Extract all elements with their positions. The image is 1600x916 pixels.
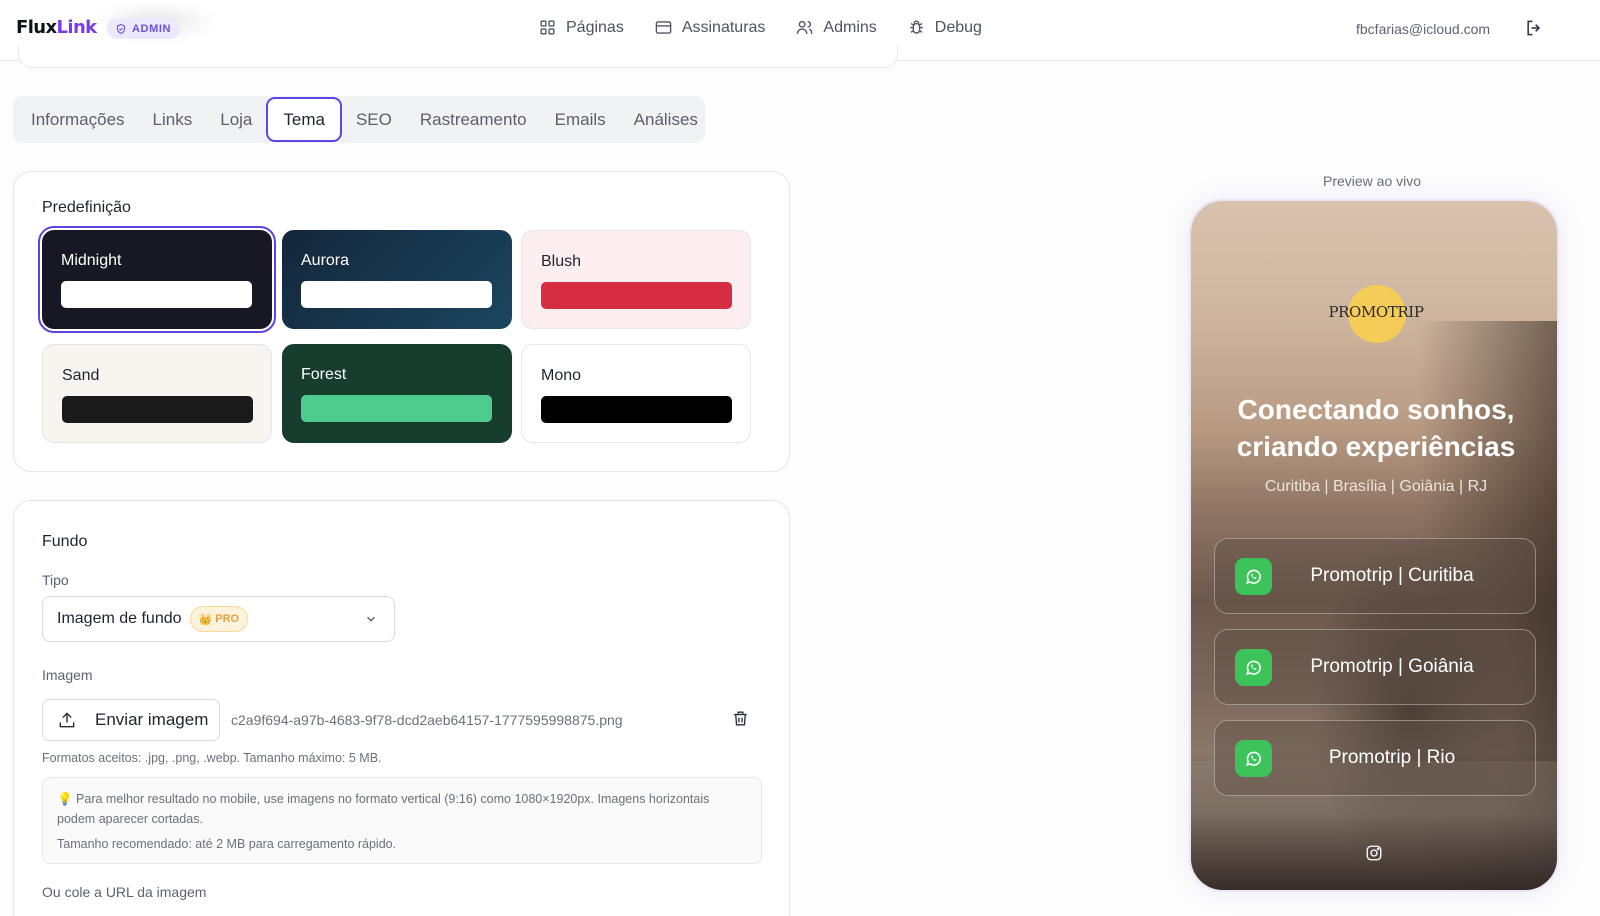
tab-seo[interactable]: SEO <box>342 97 406 142</box>
preset-mono[interactable]: Mono <box>521 344 751 443</box>
live-preview-phone: PROMOTRIP Conectando sonhos, criando exp… <box>1189 199 1559 892</box>
tip-box: 💡 Para melhor resultado no mobile, use i… <box>42 777 762 864</box>
preview-headline: Conectando sonhos, criando experiências <box>1191 391 1557 465</box>
upload-image-label: Enviar imagem <box>95 710 209 729</box>
whatsapp-icon <box>1235 558 1272 595</box>
tab-tema[interactable]: Tema <box>266 97 342 142</box>
preset-swatch-bar <box>62 396 253 423</box>
preset-swatch-bar <box>541 282 732 309</box>
preset-name: Forest <box>301 366 347 383</box>
nav-assinaturas[interactable]: Assinaturas <box>654 18 766 37</box>
preset-title: Predefinição <box>42 199 131 216</box>
tip-text: 💡 Para melhor resultado no mobile, use i… <box>57 792 710 826</box>
background-type-value: Imagem de fundo <box>57 610 182 627</box>
preview-link-rio[interactable]: Promotrip | Rio <box>1214 720 1536 796</box>
preset-name: Midnight <box>61 252 122 269</box>
preset-swatch-bar <box>541 396 732 423</box>
nav-assinaturas-label: Assinaturas <box>681 18 766 36</box>
logo-text-a: Flux <box>16 17 57 38</box>
pro-badge: 👑 PRO <box>189 606 249 632</box>
nav-admins-label: Admins <box>823 18 877 36</box>
upload-image-button[interactable]: Enviar imagem <box>42 699 220 741</box>
nav-debug-label: Debug <box>934 18 982 36</box>
nav-admins[interactable]: Admins <box>795 18 877 37</box>
preset-swatch-bar <box>301 281 492 308</box>
previous-card-edge <box>18 46 898 68</box>
preset-swatch-bar <box>61 281 252 308</box>
background-title: Fundo <box>42 533 88 550</box>
logout-button[interactable] <box>1524 18 1546 40</box>
background-card: Fundo Tipo Imagem de fundo 👑 PRO Imagem … <box>13 500 790 916</box>
preset-name: Sand <box>62 367 100 384</box>
preset-name: Blush <box>541 253 582 270</box>
tab-emails[interactable]: Emails <box>541 97 620 142</box>
admin-badge: ADMIN <box>107 18 181 39</box>
chevron-down-icon <box>367 616 375 622</box>
shield-icon <box>116 23 126 34</box>
tab-informacoes[interactable]: Informações <box>17 97 139 142</box>
type-label: Tipo <box>42 572 69 588</box>
preset-sand[interactable]: Sand <box>42 344 272 443</box>
main-nav: Páginas Assinaturas Admins Debug <box>538 18 982 37</box>
logout-icon <box>1527 20 1541 36</box>
preset-aurora[interactable]: Aurora <box>282 230 512 329</box>
url-label: Ou cole a URL da imagem <box>42 884 207 900</box>
instagram-icon[interactable] <box>1365 844 1385 864</box>
preview-link-goiania[interactable]: Promotrip | Goiânia <box>1214 629 1536 705</box>
nav-debug[interactable]: Debug <box>907 18 982 37</box>
pro-badge-label: PRO <box>215 613 240 625</box>
whatsapp-icon <box>1235 740 1272 777</box>
background-type-select[interactable]: Imagem de fundo 👑 PRO <box>42 596 395 642</box>
nav-paginas[interactable]: Páginas <box>538 18 624 37</box>
tab-rastreamento[interactable]: Rastreamento <box>406 97 541 142</box>
preset-midnight[interactable]: Midnight <box>38 226 276 333</box>
preview-link-curitiba[interactable]: Promotrip | Curitiba <box>1214 538 1536 614</box>
preset-name: Aurora <box>301 252 350 269</box>
nav-paginas-label: Páginas <box>566 18 624 36</box>
headline-line-1: Conectando sonhos, <box>1237 394 1515 425</box>
image-label: Imagem <box>42 667 93 683</box>
tab-analises[interactable]: Análises <box>620 97 712 142</box>
preset-card: Predefinição Midnight Aurora Blush Sand Fore… <box>13 171 790 472</box>
preset-forest[interactable]: Forest <box>282 344 512 443</box>
trash-icon <box>734 711 747 726</box>
app-logo[interactable]: FluxLink <box>16 17 97 38</box>
preview-label: Preview ao vivo <box>1323 173 1422 189</box>
formats-hint: Formatos aceitos: .jpg, .png, .webp. Tam… <box>42 751 382 765</box>
grid-icon <box>540 20 555 35</box>
credit-card-icon <box>655 21 672 34</box>
preset-blush[interactable]: Blush <box>521 230 751 329</box>
uploaded-filename: c2a9f694-a97b-4683-9f78-dcd2aeb64157-177… <box>231 712 623 728</box>
tab-links[interactable]: Links <box>139 97 207 142</box>
preview-subtitle: Curitiba | Brasília | Goiânia | RJ <box>1264 478 1488 495</box>
bug-icon <box>909 20 923 34</box>
delete-image-button[interactable] <box>731 709 751 729</box>
logo-text-b: Link <box>56 17 98 38</box>
headline-line-2: criando experiências <box>1236 431 1516 462</box>
upload-icon <box>59 712 75 728</box>
admin-badge-label: ADMIN <box>132 22 172 35</box>
tab-loja[interactable]: Loja <box>206 97 266 142</box>
users-icon <box>797 20 813 34</box>
preset-name: Mono <box>541 367 582 384</box>
recommended-size: Tamanho recomendado: até 2 MB para carre… <box>57 837 397 851</box>
brand-logo-text: PROMOTRIP <box>1328 303 1424 321</box>
user-email: fbcfarias@icloud.com <box>1356 21 1491 37</box>
editor-tabs: Informações Links Loja Tema SEO Rastream… <box>13 96 705 143</box>
preset-swatch-bar <box>301 395 492 422</box>
crown-icon: 👑 <box>198 613 213 626</box>
whatsapp-icon <box>1235 649 1272 686</box>
